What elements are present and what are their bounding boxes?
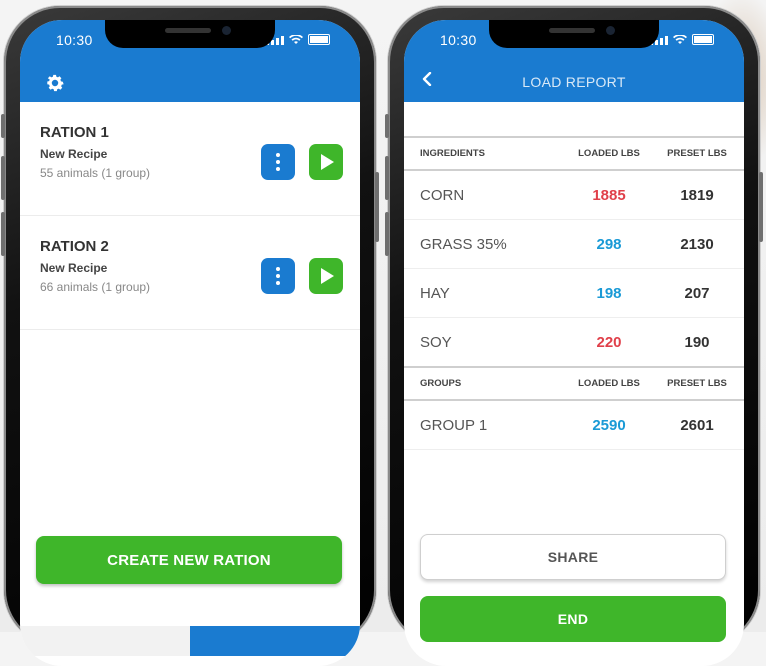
ingredients-table: INGREDIENTS LOADED LBS PRESET LBS CORN 1… bbox=[404, 136, 744, 450]
tab-rations[interactable] bbox=[20, 626, 190, 656]
volume-down-button bbox=[385, 212, 389, 256]
more-options-button[interactable] bbox=[261, 144, 295, 180]
ingredient-name: GRASS 35% bbox=[404, 219, 568, 269]
loaded-column-header: LOADED LBS bbox=[568, 366, 650, 401]
loaded-value: 1885 bbox=[568, 170, 650, 220]
ingredient-name: HAY bbox=[404, 268, 568, 318]
tab-bar bbox=[20, 626, 360, 656]
preset-column-header: PRESET LBS bbox=[650, 136, 744, 171]
status-time: 10:30 bbox=[440, 32, 477, 48]
mute-switch bbox=[385, 114, 389, 138]
ingredient-name: SOY bbox=[404, 317, 568, 368]
notch bbox=[489, 20, 659, 48]
preset-value: 2601 bbox=[650, 400, 744, 450]
gear-icon[interactable] bbox=[44, 72, 66, 94]
wifi-icon bbox=[289, 35, 303, 44]
preset-value: 207 bbox=[650, 268, 744, 318]
status-time: 10:30 bbox=[56, 32, 93, 48]
table-header: INGREDIENTS LOADED LBS PRESET LBS bbox=[404, 136, 744, 171]
loaded-value: 2590 bbox=[568, 400, 650, 450]
start-ration-button[interactable] bbox=[309, 258, 343, 294]
table-row: GRASS 35% 298 2130 bbox=[404, 219, 744, 269]
phone-frame-right: 10:30 LOAD REPORT INGREDIENTS LOADED LBS… bbox=[385, 6, 763, 666]
loaded-column-header: LOADED LBS bbox=[568, 136, 650, 171]
start-ration-button[interactable] bbox=[309, 144, 343, 180]
status-icons bbox=[650, 34, 714, 45]
preset-column-header: PRESET LBS bbox=[650, 366, 744, 401]
ration-card[interactable]: RATION 1 New Recipe 55 animals (1 group) bbox=[20, 102, 360, 216]
more-vertical-icon bbox=[276, 153, 280, 174]
status-icons bbox=[266, 34, 330, 45]
loaded-value: 298 bbox=[568, 219, 650, 269]
battery-icon bbox=[692, 34, 714, 45]
table-row: GROUP 1 2590 2601 bbox=[404, 400, 744, 450]
page-title: LOAD REPORT bbox=[522, 74, 626, 90]
phone-frame-left: 10:30 RATION 1 New Recipe 55 animals (1 … bbox=[1, 6, 379, 666]
preset-value: 190 bbox=[650, 317, 744, 368]
more-vertical-icon bbox=[276, 267, 280, 288]
volume-up-button bbox=[1, 156, 5, 200]
ration-title: RATION 1 bbox=[40, 124, 109, 141]
ration-recipe: New Recipe bbox=[40, 261, 108, 275]
ration-recipe: New Recipe bbox=[40, 147, 108, 161]
ingredient-name: CORN bbox=[404, 170, 568, 220]
ration-title: RATION 2 bbox=[40, 238, 109, 255]
play-icon bbox=[321, 268, 334, 284]
ration-card[interactable]: RATION 2 New Recipe 66 animals (1 group) bbox=[20, 216, 360, 330]
tab-reports[interactable] bbox=[190, 626, 360, 656]
power-button bbox=[375, 172, 379, 242]
wifi-icon bbox=[673, 35, 687, 44]
preset-value: 1819 bbox=[650, 170, 744, 220]
ration-animals: 55 animals (1 group) bbox=[40, 166, 151, 180]
table-row: HAY 198 207 bbox=[404, 268, 744, 318]
volume-up-button bbox=[385, 156, 389, 200]
volume-down-button bbox=[1, 212, 5, 256]
mute-switch bbox=[1, 114, 5, 138]
table-row: CORN 1885 1819 bbox=[404, 170, 744, 220]
play-icon bbox=[321, 154, 334, 170]
table-row: SOY 220 190 bbox=[404, 317, 744, 368]
create-new-ration-button[interactable]: CREATE NEW RATION bbox=[36, 536, 342, 584]
loaded-value: 220 bbox=[568, 317, 650, 368]
more-options-button[interactable] bbox=[261, 258, 295, 294]
power-button bbox=[759, 172, 763, 242]
table-header: GROUPS LOADED LBS PRESET LBS bbox=[404, 366, 744, 401]
end-button[interactable]: END bbox=[420, 596, 726, 642]
ration-list-screen: 10:30 RATION 1 New Recipe 55 animals (1 … bbox=[20, 20, 360, 666]
ration-animals: 66 animals (1 group) bbox=[40, 280, 151, 294]
preset-value: 2130 bbox=[650, 219, 744, 269]
share-button[interactable]: SHARE bbox=[420, 534, 726, 580]
load-report-screen: 10:30 LOAD REPORT INGREDIENTS LOADED LBS… bbox=[404, 20, 744, 666]
notch bbox=[105, 20, 275, 48]
group-name: GROUP 1 bbox=[404, 400, 568, 450]
ingredients-column-header: INGREDIENTS bbox=[404, 136, 568, 171]
battery-icon bbox=[308, 34, 330, 45]
groups-column-header: GROUPS bbox=[404, 366, 568, 401]
loaded-value: 198 bbox=[568, 268, 650, 318]
